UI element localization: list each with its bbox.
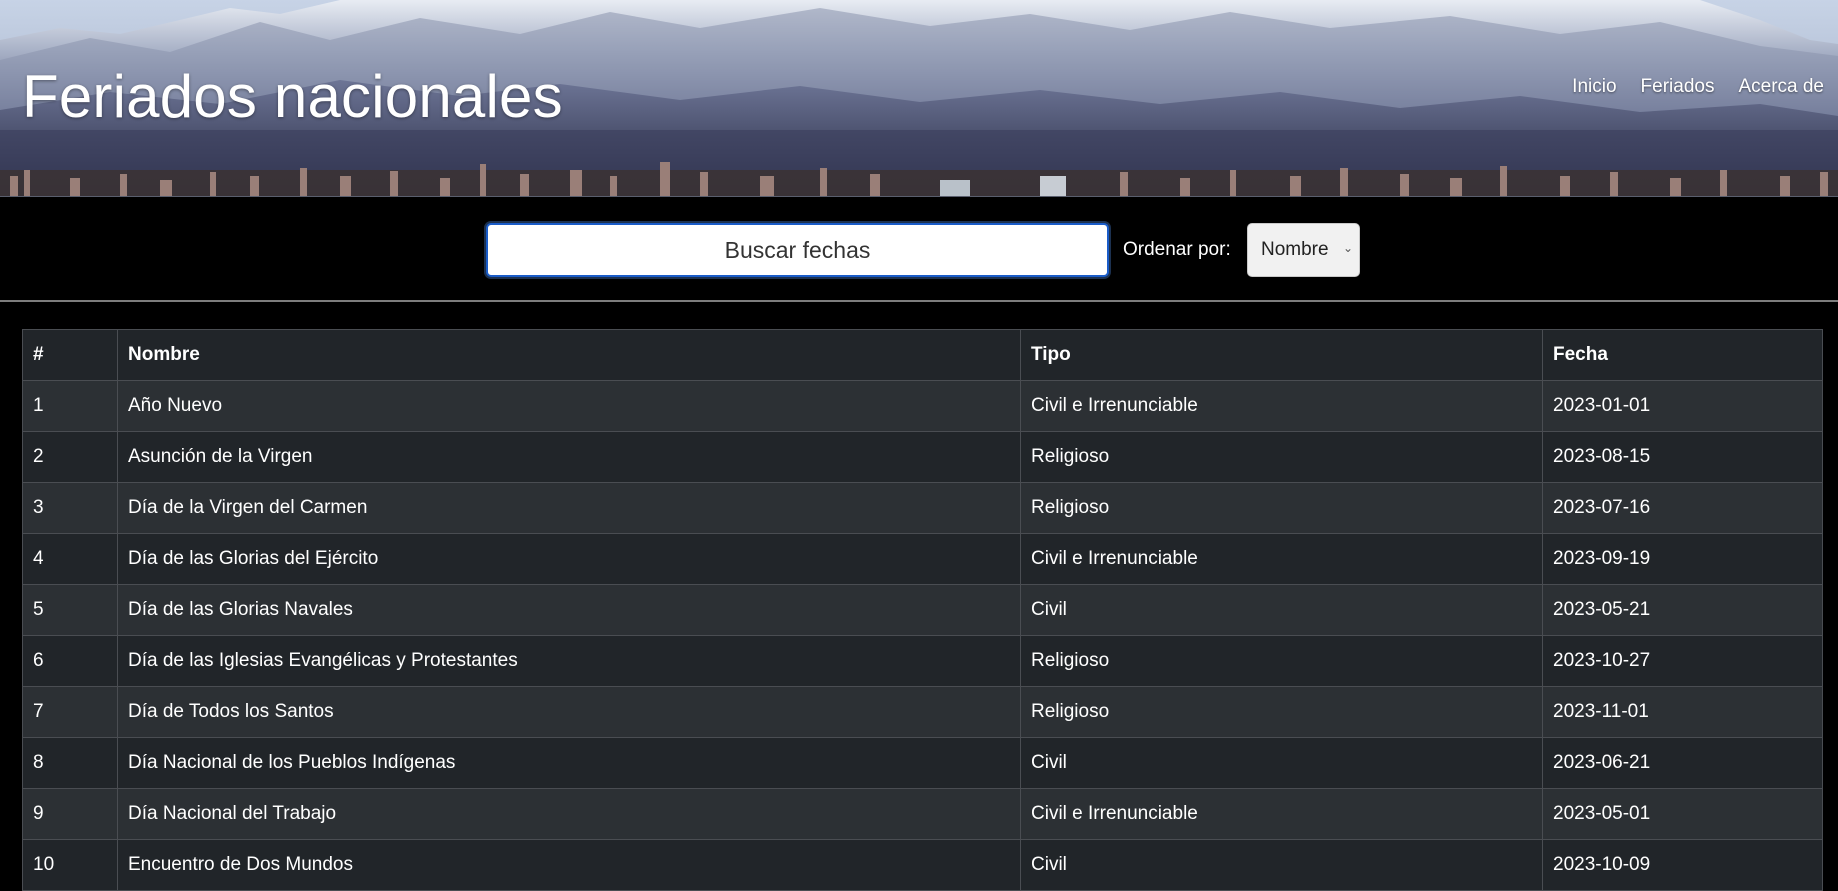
cell-tipo: Civil — [1020, 737, 1543, 789]
cell-tipo: Civil e Irrenunciable — [1020, 788, 1543, 840]
cell-fecha: 2023-10-27 — [1542, 635, 1823, 687]
sort-select[interactable]: Nombre ⌄ — [1247, 223, 1360, 277]
table-row: 9 Día Nacional del Trabajo Civil e Irren… — [22, 788, 1823, 840]
cell-nombre: Día de las Glorias del Ejército — [117, 533, 1021, 585]
column-header-tipo[interactable]: Tipo — [1020, 329, 1543, 381]
sort-select-value: Nombre — [1261, 239, 1329, 260]
table-row: 1 Año Nuevo Civil e Irrenunciable 2023-0… — [22, 380, 1823, 432]
cell-number: 9 — [22, 788, 118, 840]
search-bar: Ordenar por: Nombre ⌄ — [0, 198, 1838, 302]
cell-tipo: Civil e Irrenunciable — [1020, 533, 1543, 585]
cell-number: 2 — [22, 431, 118, 483]
cell-number: 3 — [22, 482, 118, 534]
cell-number: 8 — [22, 737, 118, 789]
table-row: 3 Día de la Virgen del Carmen Religioso … — [22, 482, 1823, 534]
sort-label: Ordenar por: — [1123, 239, 1231, 260]
cell-fecha: 2023-09-19 — [1542, 533, 1823, 585]
cell-tipo: Civil e Irrenunciable — [1020, 380, 1543, 432]
cell-fecha: 2023-10-09 — [1542, 839, 1823, 891]
table-row: 2 Asunción de la Virgen Religioso 2023-0… — [22, 431, 1823, 483]
cell-nombre: Día Nacional de los Pueblos Indígenas — [117, 737, 1021, 789]
cell-nombre: Asunción de la Virgen — [117, 431, 1021, 483]
cell-nombre: Día de la Virgen del Carmen — [117, 482, 1021, 534]
cell-fecha: 2023-01-01 — [1542, 380, 1823, 432]
cell-fecha: 2023-08-15 — [1542, 431, 1823, 483]
cell-fecha: 2023-11-01 — [1542, 686, 1823, 738]
cell-tipo: Civil — [1020, 584, 1543, 636]
holidays-table-container: # Nombre Tipo Fecha 1 Año Nuevo Civil e … — [22, 329, 1823, 891]
cell-tipo: Religioso — [1020, 431, 1543, 483]
cell-number: 6 — [22, 635, 118, 687]
chevron-down-icon: ⌄ — [1342, 241, 1353, 255]
cell-nombre: Encuentro de Dos Mundos — [117, 839, 1021, 891]
table-row: 5 Día de las Glorias Navales Civil 2023-… — [22, 584, 1823, 636]
cell-tipo: Religioso — [1020, 482, 1543, 534]
cell-tipo: Religioso — [1020, 686, 1543, 738]
table-row: 10 Encuentro de Dos Mundos Civil 2023-10… — [22, 839, 1823, 891]
cell-fecha: 2023-07-16 — [1542, 482, 1823, 534]
cell-number: 7 — [22, 686, 118, 738]
cell-fecha: 2023-06-21 — [1542, 737, 1823, 789]
cell-tipo: Religioso — [1020, 635, 1543, 687]
holidays-table: # Nombre Tipo Fecha 1 Año Nuevo Civil e … — [22, 329, 1823, 891]
column-header-fecha[interactable]: Fecha — [1542, 329, 1823, 381]
column-header-number[interactable]: # — [22, 329, 118, 381]
nav-link-inicio[interactable]: Inicio — [1572, 76, 1616, 98]
column-header-nombre[interactable]: Nombre — [117, 329, 1021, 381]
cell-fecha: 2023-05-21 — [1542, 584, 1823, 636]
table-header-row: # Nombre Tipo Fecha — [22, 329, 1823, 381]
cell-nombre: Día de Todos los Santos — [117, 686, 1021, 738]
table-row: 8 Día Nacional de los Pueblos Indígenas … — [22, 737, 1823, 789]
header-banner: Feriados nacionales Inicio Feriados Acer… — [0, 0, 1838, 197]
table-row: 6 Día de las Iglesias Evangélicas y Prot… — [22, 635, 1823, 687]
table-row: 7 Día de Todos los Santos Religioso 2023… — [22, 686, 1823, 738]
search-input[interactable] — [486, 223, 1109, 277]
nav-link-feriados[interactable]: Feriados — [1641, 76, 1715, 98]
cell-fecha: 2023-05-01 — [1542, 788, 1823, 840]
site-title: Feriados nacionales — [22, 63, 563, 130]
cell-number: 5 — [22, 584, 118, 636]
table-row: 4 Día de las Glorias del Ejército Civil … — [22, 533, 1823, 585]
cell-number: 10 — [22, 839, 118, 891]
cell-nombre: Día Nacional del Trabajo — [117, 788, 1021, 840]
cell-number: 4 — [22, 533, 118, 585]
cell-tipo: Civil — [1020, 839, 1543, 891]
cell-nombre: Año Nuevo — [117, 380, 1021, 432]
nav-link-acerca-de[interactable]: Acerca de — [1738, 76, 1824, 98]
cell-nombre: Día de las Glorias Navales — [117, 584, 1021, 636]
cell-number: 1 — [22, 380, 118, 432]
cell-nombre: Día de las Iglesias Evangélicas y Protes… — [117, 635, 1021, 687]
main-nav: Inicio Feriados Acerca de — [1572, 76, 1824, 98]
